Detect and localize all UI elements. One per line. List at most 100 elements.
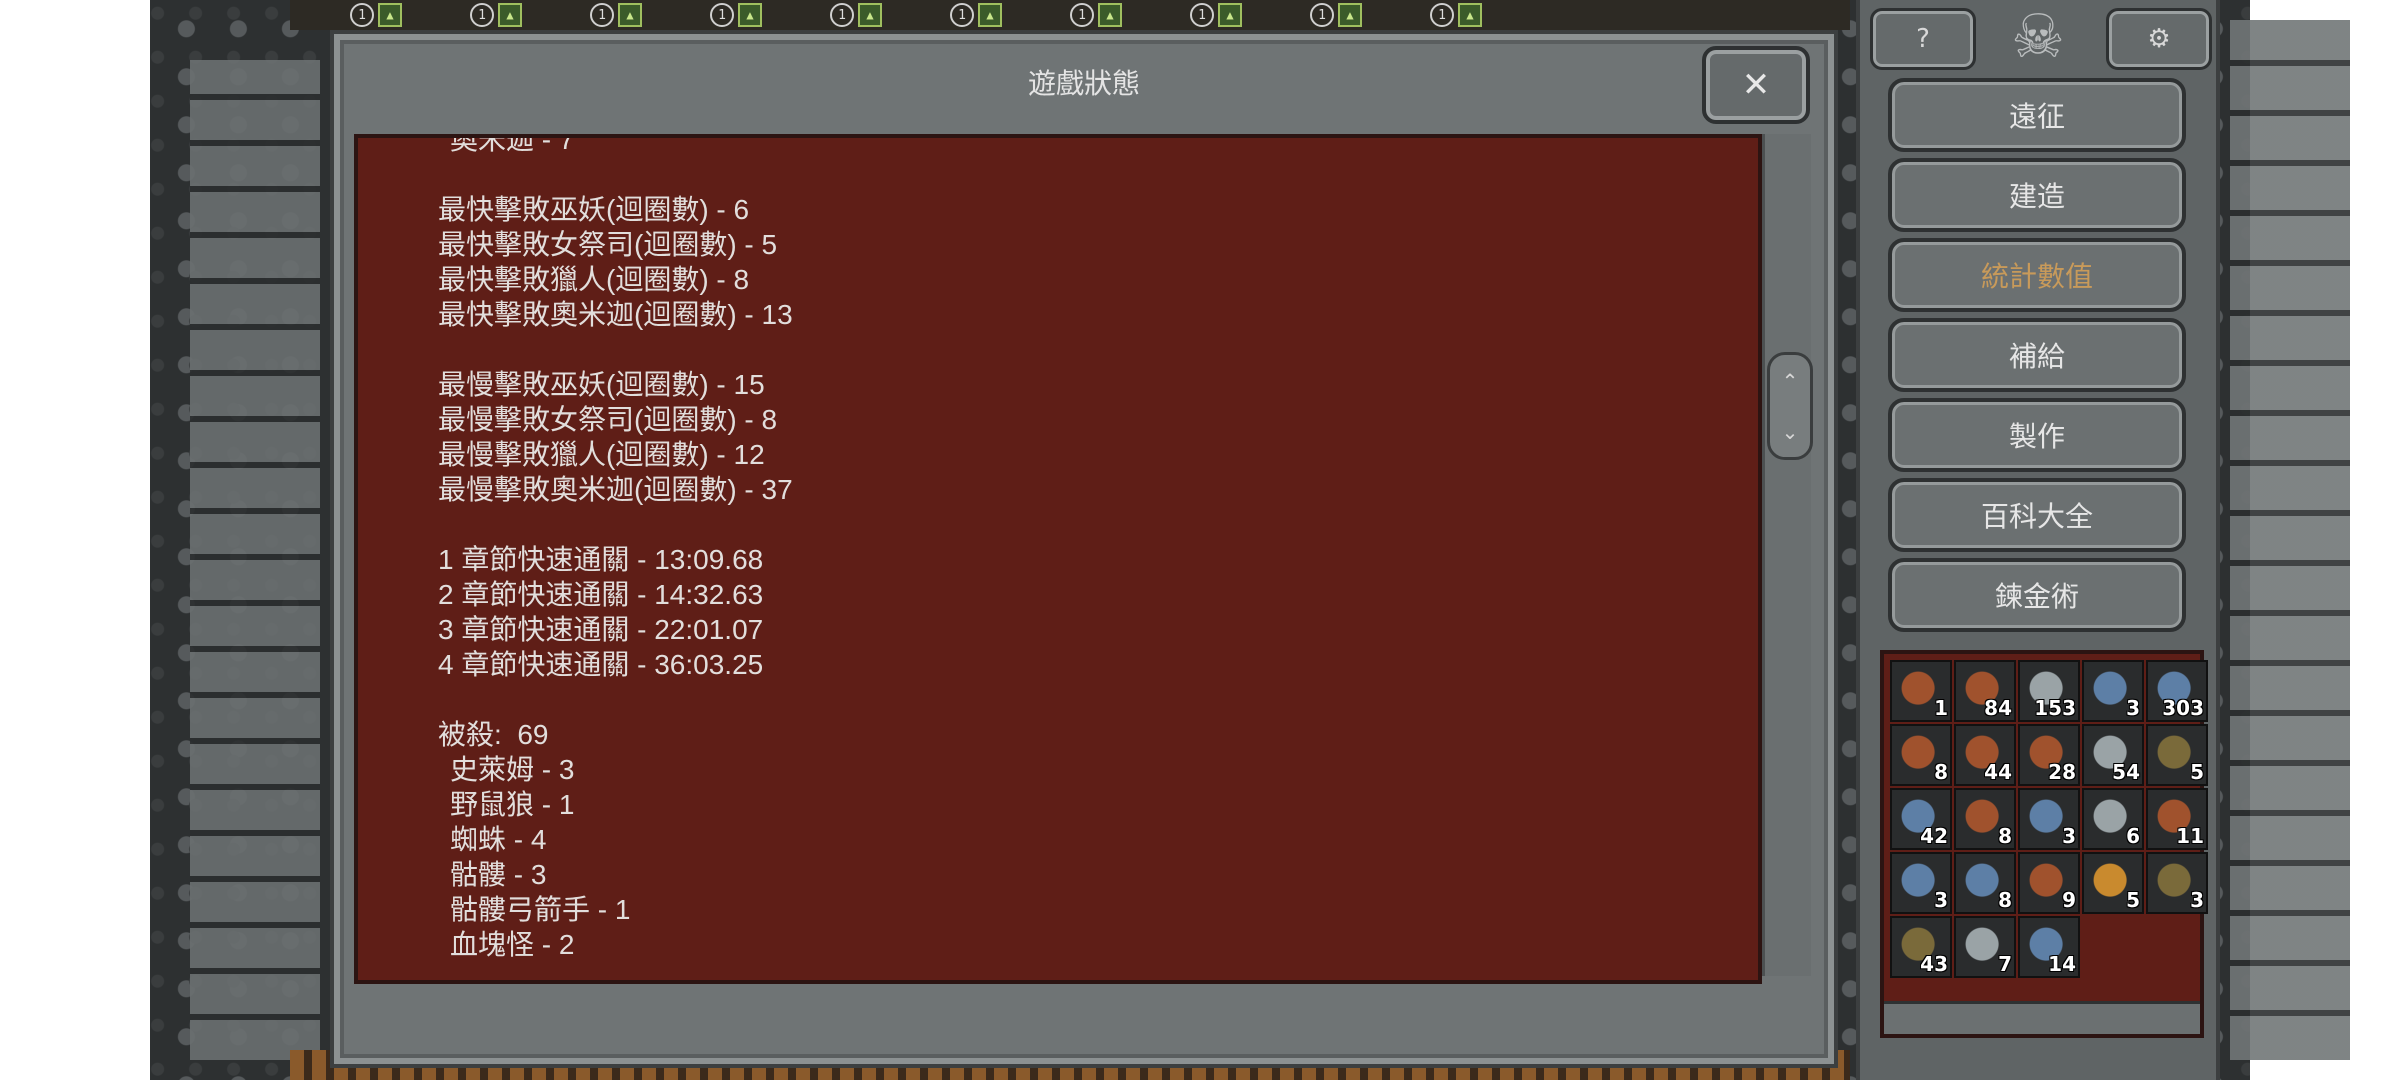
menu-button-7[interactable]: 鍊金術	[1888, 558, 2186, 632]
menu-button-label: 百科大全	[1980, 500, 2093, 533]
menu-button-6[interactable]: 百科大全	[1888, 478, 2186, 552]
stat-line: 最快擊敗奧米迦(迴圈數) - 13	[438, 299, 793, 330]
skull-emblem-icon: ☠	[2011, 2, 2065, 72]
item-count: 54	[2112, 760, 2140, 784]
item-count: 303	[2162, 696, 2204, 720]
inventory-slot[interactable]: 14	[2018, 916, 2080, 978]
camp-icon: ▲	[618, 3, 642, 27]
menu-button-3[interactable]: 統計數值	[1888, 238, 2186, 312]
menu-button-label: 製作	[2008, 420, 2065, 453]
inventory-slot[interactable]: 3	[2082, 660, 2144, 722]
camp-icon: ▲	[858, 3, 882, 27]
inventory-slot[interactable]: 5	[2082, 852, 2144, 914]
stat-line: 4 章節快速通關 - 36:03.25	[438, 649, 764, 680]
inventory-slot[interactable]: 5	[2146, 724, 2208, 786]
loop-marker: 1 ▲	[1310, 2, 1430, 28]
stat-line: 最快擊敗巫妖(迴圈數) - 6	[438, 194, 750, 225]
chevron-down-icon[interactable]: ⌄	[1782, 420, 1799, 444]
menu-button-4[interactable]: 補給	[1888, 318, 2186, 392]
chevron-up-icon[interactable]: ⌃	[1782, 369, 1799, 393]
stat-line: 最慢擊敗獵人(迴圈數) - 12	[438, 439, 765, 470]
close-button[interactable]: ✕	[1702, 46, 1810, 124]
inventory-slot[interactable]: 303	[2146, 660, 2208, 722]
item-count: 1	[1934, 696, 1948, 720]
loop-marker: 1 ▲	[1430, 2, 1550, 28]
loop-marker: 1 ▲	[830, 2, 950, 28]
stat-line: 史萊姆 - 3	[450, 754, 575, 785]
rock-wall-left	[190, 60, 320, 1060]
stat-spacer	[358, 682, 1758, 717]
inventory-slot[interactable]: 43	[1890, 916, 1952, 978]
inventory-slot[interactable]: 8	[1954, 788, 2016, 850]
settings-button[interactable]: ⚙	[2106, 8, 2212, 70]
item-count: 14	[2048, 952, 2076, 976]
inventory-slot[interactable]: 28	[2018, 724, 2080, 786]
camp-icon: ▲	[498, 3, 522, 27]
stat-line: 被殺: 69	[438, 719, 549, 750]
help-button[interactable]: ?	[1870, 8, 1976, 70]
stat-spacer	[358, 157, 1758, 192]
inventory-slot[interactable]: 6	[2082, 788, 2144, 850]
camp-icon: ▲	[1218, 3, 1242, 27]
inventory-slot[interactable]: 11	[2146, 788, 2208, 850]
inventory-slot[interactable]: 1	[1890, 660, 1952, 722]
loop-marker: 1 ▲	[950, 2, 1070, 28]
menu-button-5[interactable]: 製作	[1888, 398, 2186, 472]
inventory-grid: 1 84 153 3 303 8 44 28 54 5 42 8 3 6 11 3 8 9 5 3 43 7 14	[1890, 660, 2208, 978]
stat-line: 野鼠狼 - 1	[450, 789, 575, 820]
inventory-slot[interactable]: 7	[1954, 916, 2016, 978]
item-count: 5	[2126, 888, 2140, 912]
item-count: 6	[2126, 824, 2140, 848]
item-count: 43	[1920, 952, 1948, 976]
game-status-dialog: 遊戲狀態 ✕ 奧米迦 - 7 最快擊敗巫妖(迴圈數) - 6 最快擊敗女祭司(迴圈數…	[330, 30, 1838, 1068]
item-count: 8	[1934, 760, 1948, 784]
loop-count-icon: 1	[590, 3, 614, 27]
stat-line: 骷髏 - 3	[450, 859, 547, 890]
stat-line: 2 章節快速通關 - 14:32.63	[438, 579, 764, 610]
loop-marker: 1 ▲	[1190, 2, 1310, 28]
menu-button-label: 統計數值	[1980, 260, 2093, 293]
loop-marker: 1 ▲	[350, 2, 470, 28]
stat-spacer	[358, 332, 1758, 367]
item-count: 11	[2176, 824, 2204, 848]
inventory-slot[interactable]: 3	[2018, 788, 2080, 850]
inventory-slot[interactable]: 8	[1890, 724, 1952, 786]
inventory-slot[interactable]: 84	[1954, 660, 2016, 722]
item-count: 153	[2034, 696, 2076, 720]
stat-line: 蜘蛛 - 4	[450, 824, 547, 855]
item-count: 8	[1998, 824, 2012, 848]
inventory-slot[interactable]: 3	[2146, 852, 2208, 914]
stats-content-panel[interactable]: 奧米迦 - 7 最快擊敗巫妖(迴圈數) - 6 最快擊敗女祭司(迴圈數) - 5 最快…	[354, 134, 1762, 984]
scrollbar-thumb[interactable]: ⌃ ⌄	[1767, 352, 1813, 460]
inventory-slot[interactable]: 3	[1890, 852, 1952, 914]
item-count: 42	[1920, 824, 1948, 848]
item-count: 28	[2048, 760, 2076, 784]
menu-button-2[interactable]: 建造	[1888, 158, 2186, 232]
resource-inventory: 1 84 153 3 303 8 44 28 54 5 42 8 3 6 11 3 8 9 5 3 43 7 14	[1880, 650, 2208, 1038]
inventory-slot[interactable]: 8	[1954, 852, 2016, 914]
sidebar-top-bar: ? ☠ ⚙	[1860, 0, 2216, 72]
stat-line: 奧米迦 - 7	[450, 134, 575, 155]
scrollbar-track[interactable]: ⌃ ⌄	[1762, 134, 1813, 976]
loop-count-icon: 1	[710, 3, 734, 27]
close-icon: ✕	[1741, 65, 1771, 105]
loop-count-icon: 1	[830, 3, 854, 27]
menu-button-1[interactable]: 遠征	[1888, 78, 2186, 152]
camp-icon: ▲	[1338, 3, 1362, 27]
item-count: 44	[1984, 760, 2012, 784]
gear-icon: ⚙	[2147, 24, 2171, 54]
inventory-slot[interactable]: 44	[1954, 724, 2016, 786]
item-count: 9	[2062, 888, 2076, 912]
loop-count-icon: 1	[1190, 3, 1214, 27]
menu-button-label: 鍊金術	[1994, 580, 2079, 613]
right-sidebar: ? ☠ ⚙ 遠征 建造 統計數值 補給 製作 百科大全 鍊金術 1 84 153 3 303 8 44 2…	[1856, 0, 2220, 1080]
loop-count-icon: 1	[1310, 3, 1334, 27]
inventory-slot[interactable]: 42	[1890, 788, 1952, 850]
inventory-slot[interactable]: 153	[2018, 660, 2080, 722]
inventory-slot[interactable]: 9	[2018, 852, 2080, 914]
stat-line: 最快擊敗女祭司(迴圈數) - 5	[438, 229, 778, 260]
loop-marker: 1 ▲	[1070, 2, 1190, 28]
inventory-slot[interactable]: 54	[2082, 724, 2144, 786]
help-icon: ?	[1916, 24, 1930, 54]
menu-button-label: 補給	[2008, 340, 2065, 373]
